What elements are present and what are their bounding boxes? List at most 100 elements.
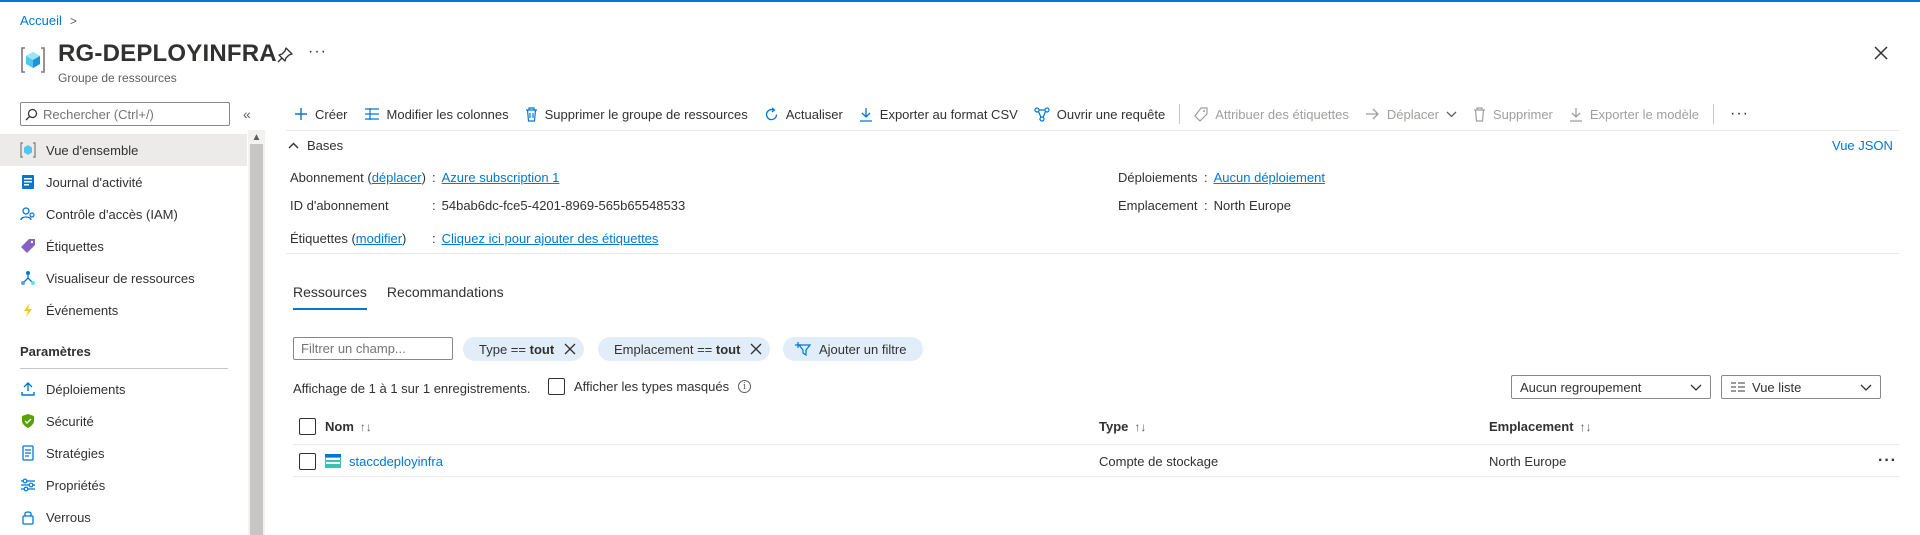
column-header-name[interactable]: Nom ↑↓ <box>325 419 372 434</box>
colon: : <box>432 170 436 185</box>
assign-tags-button[interactable]: Attribuer des étiquettes <box>1186 99 1357 129</box>
sidebar-item-deployments[interactable]: Déploiements <box>0 373 247 405</box>
export-csv-button[interactable]: Exporter au format CSV <box>851 99 1026 129</box>
row-type-cell: Compte de stockage <box>1099 453 1219 469</box>
sidebar-item-overview[interactable]: Vue d'ensemble <box>0 134 247 166</box>
filter-field-input[interactable] <box>293 337 453 360</box>
download-icon <box>1569 107 1582 122</box>
iam-icon <box>20 206 36 222</box>
info-icon[interactable]: i <box>738 380 752 393</box>
trash-icon <box>525 106 537 122</box>
sidebar-item-policies[interactable]: Stratégies <box>0 437 247 469</box>
sidebar-search[interactable] <box>20 102 230 126</box>
tab-recommendations[interactable]: Recommandations <box>387 284 504 310</box>
sidebar-search-input[interactable] <box>43 106 223 122</box>
sort-icon: ↑↓ <box>1134 419 1147 434</box>
colon: : <box>1204 198 1208 213</box>
row-checkbox[interactable] <box>299 452 316 470</box>
refresh-button[interactable]: Actualiser <box>756 99 851 129</box>
sidebar-item-tags[interactable]: Étiquettes <box>0 230 247 262</box>
delete-resource-group-label: Supprimer le groupe de ressources <box>544 106 748 122</box>
sidebar-item-locks[interactable]: Verrous <box>0 501 247 533</box>
sidebar-item-iam[interactable]: Contrôle d'accès (IAM) <box>0 198 247 230</box>
subscription-move-link[interactable]: déplacer <box>372 170 422 185</box>
tab-resources[interactable]: Ressources <box>293 284 367 310</box>
resource-name-link[interactable]: staccdeployinfra <box>349 454 443 469</box>
refresh-label: Actualiser <box>785 106 843 122</box>
plus-icon <box>295 108 307 120</box>
close-icon[interactable] <box>1872 44 1890 62</box>
deployments-value-link[interactable]: Aucun déploiement <box>1214 170 1325 185</box>
sidebar-scrollbar[interactable]: ▲ <box>248 130 265 535</box>
grouping-dropdown[interactable]: Aucun regroupement <box>1511 375 1711 399</box>
sidebar-item-label: Stratégies <box>46 445 105 461</box>
add-filter-button[interactable]: Ajouter un filtre <box>783 337 924 361</box>
move-button[interactable]: Déplacer <box>1357 99 1465 129</box>
add-filter-label: Ajouter un filtre <box>819 341 907 357</box>
colon: : <box>1204 170 1208 185</box>
scrollbar-thumb[interactable] <box>250 144 263 535</box>
sidebar-item-properties[interactable]: Propriétés <box>0 469 247 501</box>
subscription-id-label: ID d'abonnement <box>290 198 389 213</box>
show-hidden-types[interactable]: Afficher les types masqués i <box>548 378 752 395</box>
lock-icon <box>20 509 36 525</box>
export-template-button[interactable]: Exporter le modèle <box>1561 99 1707 129</box>
sidebar-item-security[interactable]: Sécurité <box>0 405 247 437</box>
deploy-icon <box>20 381 36 397</box>
edit-columns-button[interactable]: Modifier les colonnes <box>356 99 517 129</box>
pin-icon[interactable] <box>276 46 294 64</box>
add-tags-link[interactable]: Cliquez ici pour ajouter des étiquettes <box>442 231 659 246</box>
download-icon <box>859 107 872 122</box>
collapse-sidebar-icon[interactable]: « <box>243 106 251 122</box>
location-filter-pill[interactable]: Emplacement == tout <box>598 337 771 361</box>
subscription-value-link[interactable]: Azure subscription 1 <box>442 170 560 185</box>
json-view-link[interactable]: Vue JSON <box>1832 138 1893 153</box>
create-button-label: Créer <box>315 106 348 122</box>
column-header-location-label: Emplacement <box>1489 419 1574 434</box>
subscription-row: Abonnement (déplacer) : Azure subscripti… <box>290 170 559 185</box>
open-query-button[interactable]: Ouvrir une requête <box>1026 99 1173 129</box>
sort-icon: ↑↓ <box>1579 419 1592 434</box>
create-button[interactable]: Créer <box>286 99 356 129</box>
remove-filter-icon[interactable] <box>564 343 576 355</box>
select-all-checkbox[interactable] <box>299 418 316 435</box>
show-hidden-label: Afficher les types masqués <box>574 379 730 394</box>
breadcrumb-home-link[interactable]: Accueil <box>20 13 62 28</box>
location-label: Emplacement <box>1118 198 1198 213</box>
subscription-label-group: Abonnement (déplacer) <box>290 170 426 185</box>
tags-label: Étiquettes <box>290 231 348 246</box>
view-dropdown[interactable]: Vue liste <box>1721 375 1881 399</box>
type-filter-pill[interactable]: Type == tout <box>463 337 585 361</box>
page-subtitle: Groupe de ressources <box>58 71 177 85</box>
toolbar-divider-line <box>286 130 1900 131</box>
row-more-icon[interactable]: ··· <box>1878 445 1897 477</box>
show-hidden-checkbox[interactable] <box>548 378 565 395</box>
delete-resource-group-button[interactable]: Supprimer le groupe de ressources <box>517 99 756 129</box>
toolbar-more-icon[interactable]: ··· <box>1720 105 1759 123</box>
subscription-id-row: ID d'abonnement : 54bab6dc-fce5-4201-896… <box>290 198 685 213</box>
column-header-type[interactable]: Type ↑↓ <box>1099 419 1146 434</box>
chevron-up-icon <box>288 142 299 149</box>
sidebar-item-label: Vue d'ensemble <box>46 142 139 158</box>
scroll-up-arrow-icon[interactable]: ▲ <box>248 130 265 144</box>
essentials-toggle[interactable]: Bases <box>288 138 343 153</box>
query-icon <box>1034 106 1050 122</box>
sidebar-item-activity-log[interactable]: Journal d'activité <box>0 166 247 198</box>
type-filter-value: tout <box>529 341 555 357</box>
refresh-icon <box>765 106 777 120</box>
sidebar-item-resource-visualizer[interactable]: Visualiseur de ressources <box>0 262 247 294</box>
remove-filter-icon[interactable] <box>750 343 762 355</box>
tags-label-group: Étiquettes (modifier) <box>290 231 407 246</box>
breadcrumb-separator: > <box>69 13 77 28</box>
more-options-icon[interactable]: ··· <box>308 43 327 61</box>
export-csv-label: Exporter au format CSV <box>879 106 1018 122</box>
location-value: North Europe <box>1213 198 1291 213</box>
tags-edit-link[interactable]: modifier <box>356 231 402 246</box>
sidebar-item-events[interactable]: Événements <box>0 294 247 326</box>
breadcrumb: Accueil > <box>20 13 77 28</box>
location-filter-text: Emplacement == tout <box>614 342 740 357</box>
column-header-location[interactable]: Emplacement ↑↓ <box>1489 419 1592 434</box>
command-bar: Créer Modifier les colonnes Supprimer le… <box>286 99 1759 129</box>
delete-button[interactable]: Supprimer <box>1465 99 1561 129</box>
open-query-label: Ouvrir une requête <box>1056 106 1166 122</box>
